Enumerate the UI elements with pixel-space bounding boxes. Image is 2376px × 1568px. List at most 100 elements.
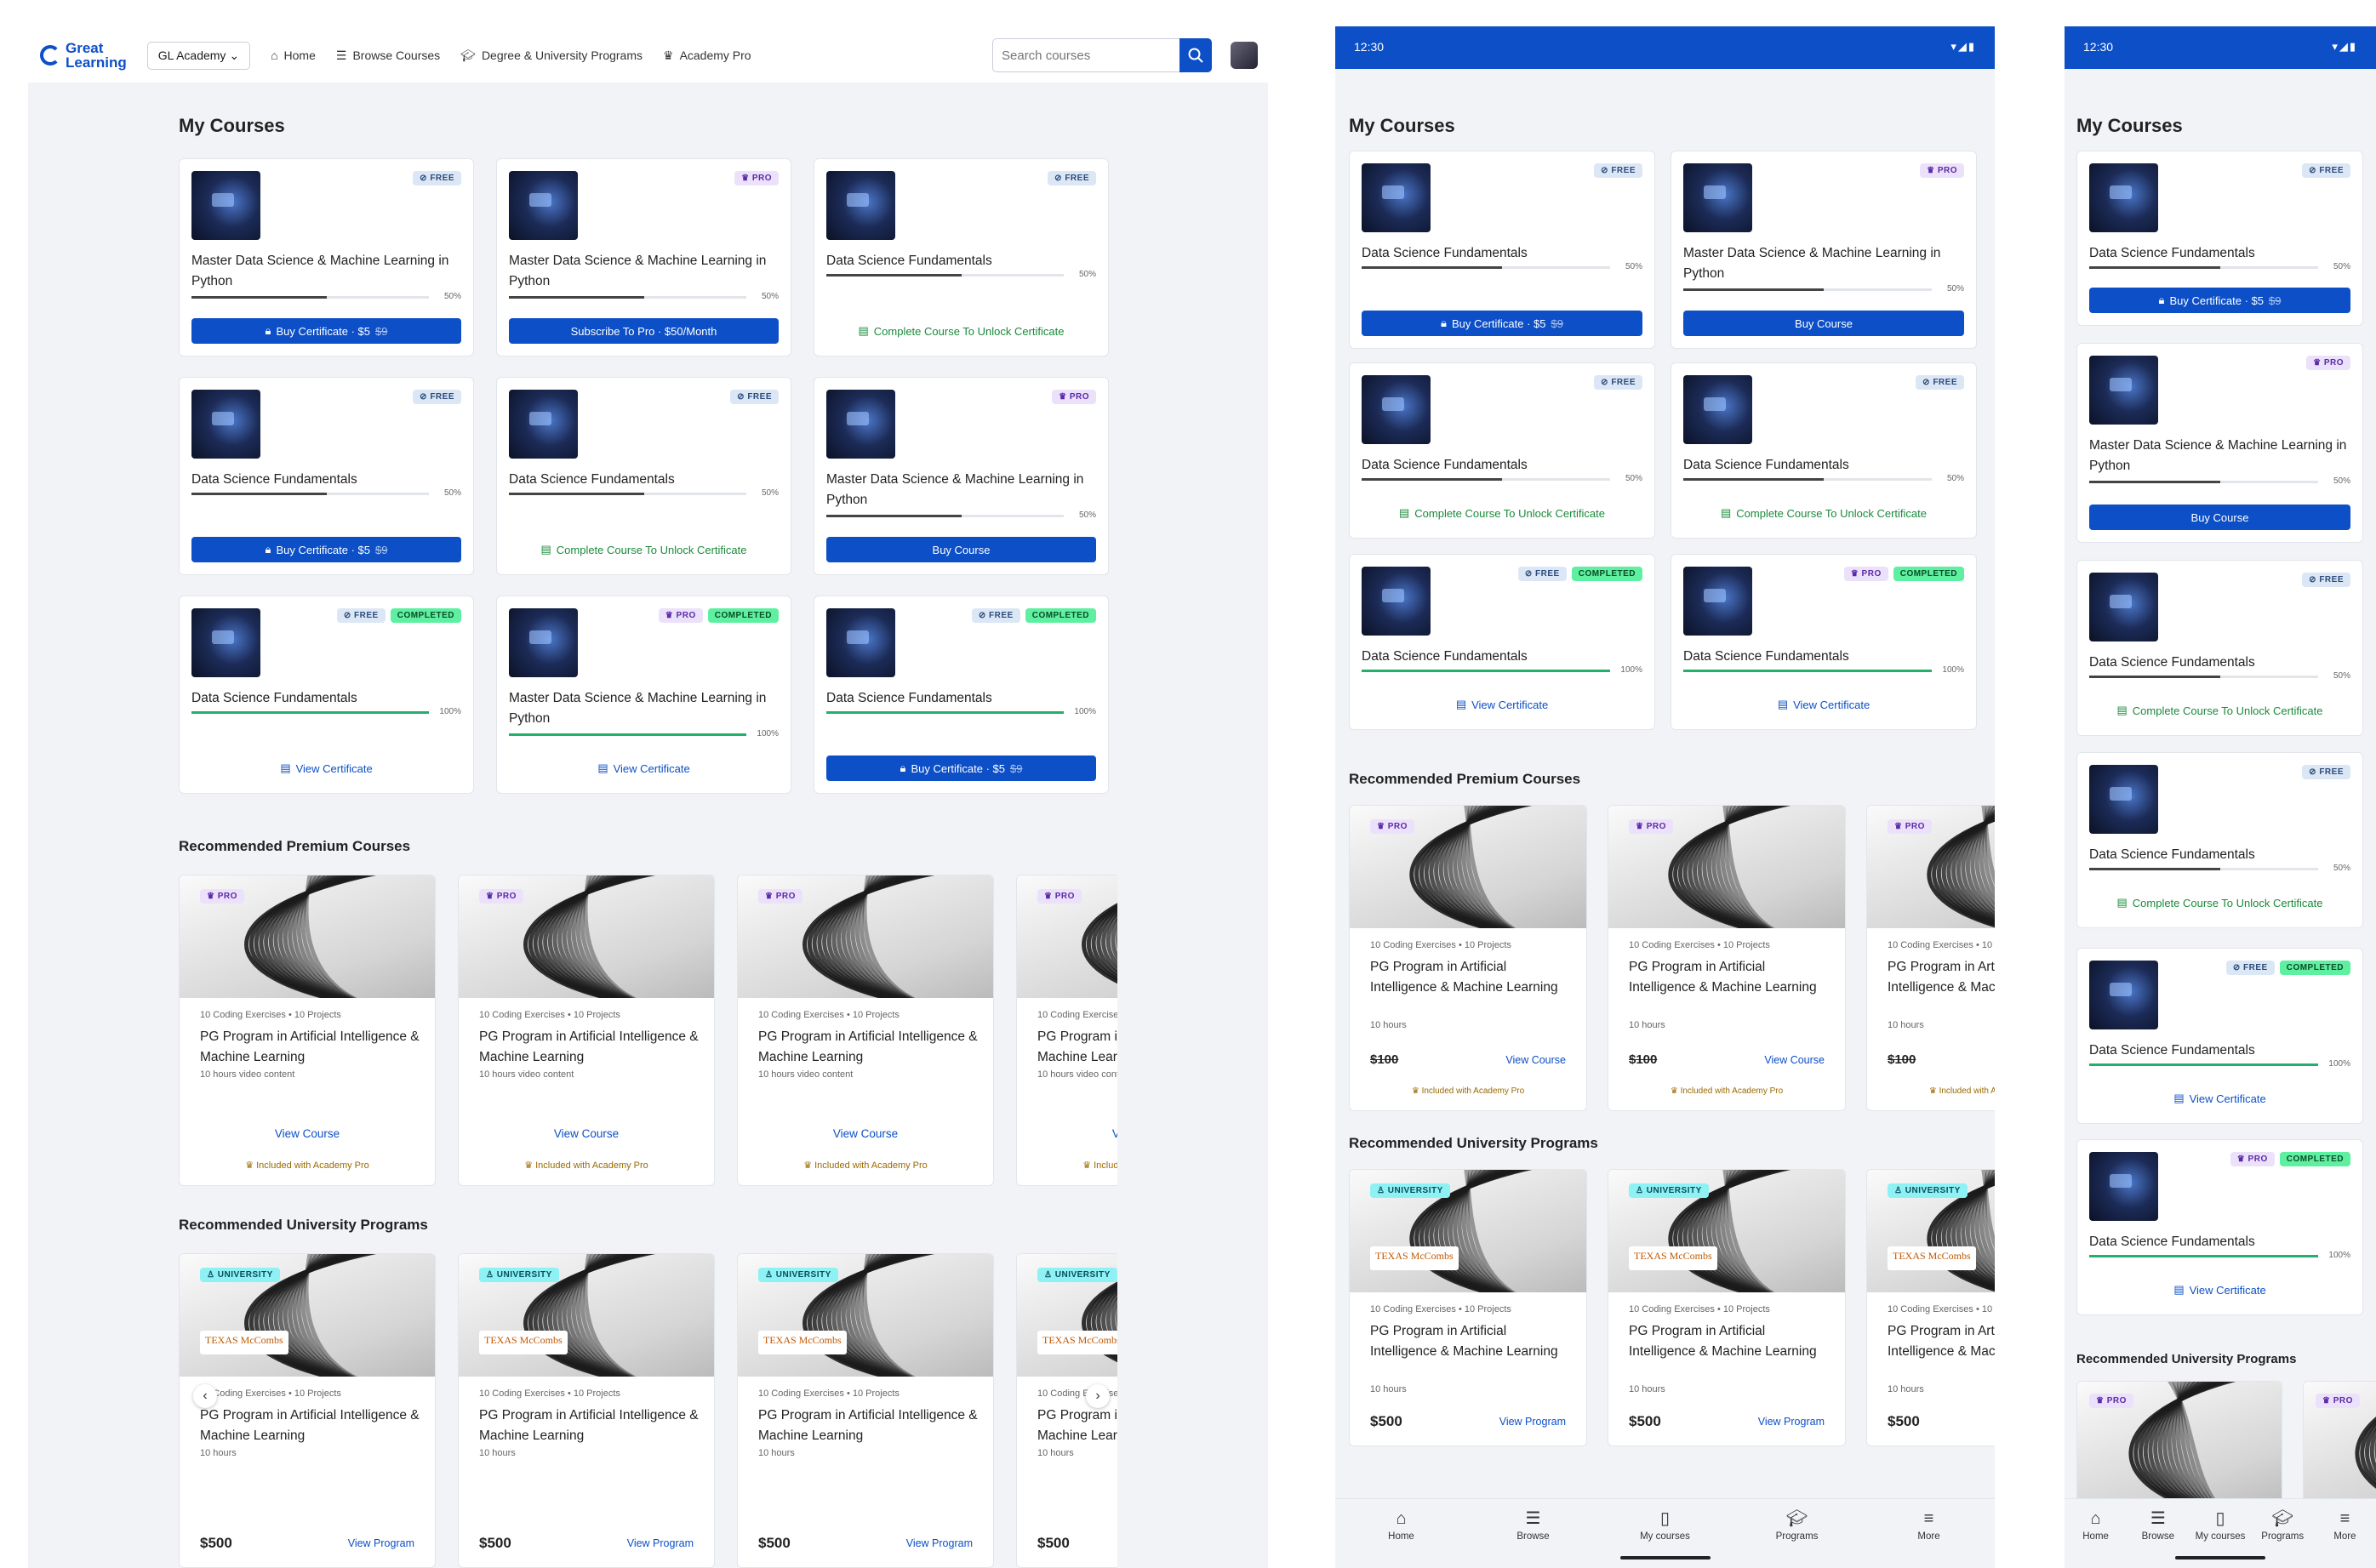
subscribe-pro-button[interactable]: Subscribe To Pro · $50/Month — [509, 318, 779, 344]
free-badge: ⊘ FREE — [1594, 375, 1642, 390]
university-program-card[interactable]: ♙ UNIVERSITYTEXAS McCombs10 Coding Exerc… — [1349, 1169, 1587, 1446]
great-learning-logo[interactable]: Great Learning — [40, 41, 127, 70]
carousel-next-button[interactable]: › — [1086, 1384, 1110, 1408]
university-program-card[interactable]: ♙ UNIVERSITYTEXAS McCombs10 Coding Exerc… — [1016, 1253, 1117, 1568]
course-card[interactable]: ⊘ FREE Data Science Fundamentals 50% ▤ Compl… — [1671, 362, 1977, 539]
buy-certificate-button[interactable]: 🔒︎ Buy Certificate · $5 $9 — [191, 537, 461, 562]
course-card[interactable]: ♛ PRO COMPLETED Data Science Fundamentals 1… — [1671, 554, 1977, 730]
university-badge: ♙ UNIVERSITY — [200, 1268, 280, 1282]
university-program-card[interactable]: ♙ UNIVERSITYTEXAS McCombs10 Coding Exerc… — [737, 1253, 994, 1568]
view-course-link[interactable]: View Course — [180, 1127, 435, 1140]
premium-course-card[interactable]: ♛ PRO 10 Coding Exercises • 10 Projects PG… — [737, 875, 994, 1186]
course-card[interactable]: ⊘ FREE Data Science Fundamentals 50% 🔒︎ Buy … — [1349, 151, 1655, 349]
buy-certificate-button[interactable]: 🔒︎ Buy Certificate · $5 $9 — [1362, 311, 1642, 336]
view-program-link[interactable]: View Program — [1499, 1416, 1566, 1428]
course-card[interactable]: ♛ PRO COMPLETED Data Science Fundamentals 1… — [2076, 1139, 2363, 1315]
course-card[interactable]: ⊘ FREE COMPLETED Data Science Fundamentals… — [814, 596, 1109, 794]
course-card[interactable]: ⊘ FREE Data Science Fundamentals 50% 🔒︎ Buy … — [179, 377, 474, 575]
search-input[interactable] — [993, 39, 1179, 71]
progress-fill — [191, 711, 429, 714]
course-card[interactable]: ♛ PRO Master Data Science & Machine Learn… — [496, 158, 791, 356]
course-card[interactable]: ⊘ FREE COMPLETED Data Science Fundamentals… — [1349, 554, 1655, 730]
user-avatar[interactable] — [1231, 42, 1258, 69]
university-program-card[interactable]: ♙ UNIVERSITYTEXAS McCombs10 Coding Exerc… — [458, 1253, 715, 1568]
view-program-link[interactable]: View Program — [1758, 1416, 1825, 1428]
course-card[interactable]: ⊘ FREE Data Science Fundamentals 50% ▤ Compl… — [814, 158, 1109, 356]
view-course-link[interactable]: View Course — [1017, 1127, 1117, 1140]
university-program-card[interactable]: ♙ UNIVERSITYTEXAS McCombs10 Coding Exerc… — [179, 1253, 436, 1568]
chevron-right-icon: › — [1095, 1388, 1100, 1403]
view-course-link[interactable]: View Course — [459, 1127, 714, 1140]
course-title: Data Science Fundamentals — [2089, 1043, 2255, 1058]
tab-more[interactable]: ≡ More — [2314, 1499, 2376, 1568]
nav-academy-pro[interactable]: ♛ Academy Pro — [663, 48, 751, 63]
university-program-card[interactable]: ♙ UNIVERSITYTEXAS McCombs10 Coding Exerc… — [1866, 1169, 1995, 1446]
view-certificate-link[interactable]: ▤ View Certificate — [191, 755, 461, 781]
certificate-doc-icon: ▤ — [540, 543, 551, 556]
course-card[interactable]: ♛ PRO Master Data Science & Machine Learn… — [814, 377, 1109, 575]
university-badge: ♙ UNIVERSITY — [1370, 1183, 1450, 1198]
premium-course-card[interactable]: ♛ PRO 10 Coding Exercises • 10 Projects PG… — [1016, 875, 1117, 1186]
course-card[interactable]: ♛ PRO Master Data Science & Machine Learn… — [1671, 151, 1977, 349]
course-card[interactable]: ♛ PRO COMPLETED Master Data Science & Mach… — [496, 596, 791, 794]
free-icon: ⊘ — [420, 392, 431, 402]
nav-home[interactable]: ⌂ Home — [271, 48, 316, 62]
buy-certificate-button[interactable]: 🔒︎ Buy Certificate · $5 $9 — [191, 318, 461, 344]
view-course-link[interactable]: View Course — [1764, 1054, 1825, 1066]
included-label: Included with Academy Pro — [1680, 1086, 1784, 1096]
view-certificate-link[interactable]: ▤ View Certificate — [2089, 1086, 2350, 1111]
course-card[interactable]: ⊘ FREE COMPLETED Data Science Fundamentals… — [2076, 948, 2363, 1124]
view-program-link[interactable]: View Program — [906, 1537, 973, 1549]
premium-course-card[interactable]: ♛ PRO 10 Coding Exercises • 10 Projects PG… — [1866, 805, 1995, 1111]
tab-home[interactable]: ⌂ Home — [2065, 1499, 2127, 1568]
old-price: $9 — [1551, 316, 1563, 330]
buy-course-button[interactable]: Buy Course — [826, 537, 1096, 562]
university-program-card[interactable]: ♛ PRO — [2076, 1381, 2282, 1508]
academy-dropdown[interactable]: GL Academy ⌄ — [146, 41, 251, 70]
course-card[interactable]: ⊘ FREE Data Science Fundamentals 50% 🔒︎ Buy … — [2076, 151, 2363, 326]
crown-icon: ♛ — [1411, 1086, 1422, 1096]
unlock-label: Complete Course To Unlock Certificate — [2132, 704, 2323, 717]
course-card[interactable]: ⊘ FREE Data Science Fundamentals 50% ▤ Compl… — [496, 377, 791, 575]
free-badge: ⊘ FREE — [2302, 765, 2350, 779]
progress-fill — [1362, 478, 1502, 481]
premium-course-card[interactable]: ♛ PRO 10 Coding Exercises • 10 Projects PG… — [1349, 805, 1587, 1111]
view-certificate-link[interactable]: ▤ View Certificate — [2089, 1277, 2350, 1303]
university-program-card[interactable]: ♛ PRO — [2303, 1381, 2376, 1508]
tab-programs[interactable]: 🎓︎ Programs — [1731, 1499, 1863, 1568]
buy-course-button[interactable]: Buy Course — [2089, 505, 2350, 530]
tab-more[interactable]: ≡ More — [1863, 1499, 1995, 1568]
view-certificate-link[interactable]: ▤ View Certificate — [1683, 692, 1964, 717]
buy-certificate-button[interactable]: 🔒︎ Buy Certificate · $5 $9 — [2089, 288, 2350, 313]
tab-browse[interactable]: ☰ Browse — [1467, 1499, 1599, 1568]
pro-badge-label: PRO — [2106, 1396, 2127, 1405]
completed-badge: COMPLETED — [1025, 608, 1096, 623]
carousel-prev-button[interactable]: ‹ — [193, 1384, 217, 1408]
nav-degree-programs[interactable]: 🎓︎ Degree & University Programs — [460, 48, 643, 63]
course-card[interactable]: ⊘ FREE Data Science Fundamentals 50% ▤ Compl… — [1349, 362, 1655, 539]
course-card[interactable]: ⊘ FREE Data Science Fundamentals 50% ▤ Compl… — [2076, 560, 2363, 736]
university-program-card[interactable]: ♙ UNIVERSITYTEXAS McCombs10 Coding Exerc… — [1608, 1169, 1846, 1446]
view-course-link[interactable]: View Course — [1505, 1054, 1566, 1066]
unlock-label: Complete Course To Unlock Certificate — [556, 543, 747, 556]
tab-home[interactable]: ⌂ Home — [1335, 1499, 1467, 1568]
premium-course-card[interactable]: ♛ PRO 10 Coding Exercises • 10 Projects PG… — [179, 875, 436, 1186]
view-certificate-link[interactable]: ▤ View Certificate — [509, 755, 779, 781]
course-card[interactable]: ♛ PRO Master Data Science & Machine Learn… — [2076, 343, 2363, 543]
premium-course-card[interactable]: ♛ PRO 10 Coding Exercises • 10 Projects PG… — [1608, 805, 1846, 1111]
nav-browse-courses[interactable]: ☰ Browse Courses — [336, 48, 440, 63]
premium-courses-carousel: ♛ PRO 10 Coding Exercises • 10 Projects PG… — [1349, 805, 1995, 1141]
view-certificate-link[interactable]: ▤ View Certificate — [1362, 692, 1642, 717]
course-card[interactable]: ⊘ FREE Data Science Fundamentals 50% ▤ Compl… — [2076, 752, 2363, 928]
view-course-link[interactable]: View Course — [738, 1127, 993, 1140]
course-progress: 50% — [2089, 864, 2350, 874]
search-button[interactable] — [1179, 38, 1212, 72]
premium-course-card[interactable]: ♛ PRO 10 Coding Exercises • 10 Projects PG… — [458, 875, 715, 1186]
view-program-link[interactable]: View Program — [348, 1537, 414, 1549]
buy-course-button[interactable]: Buy Course — [1683, 311, 1964, 336]
buy-certificate-button[interactable]: 🔒︎ Buy Certificate · $5 $9 — [826, 755, 1096, 781]
course-card[interactable]: ⊘ FREE Master Data Science & Machine Lear… — [179, 158, 474, 356]
pro-badge: ♛ PRO — [1843, 567, 1888, 581]
course-card[interactable]: ⊘ FREE COMPLETED Data Science Fundamentals… — [179, 596, 474, 794]
view-program-link[interactable]: View Program — [627, 1537, 694, 1549]
